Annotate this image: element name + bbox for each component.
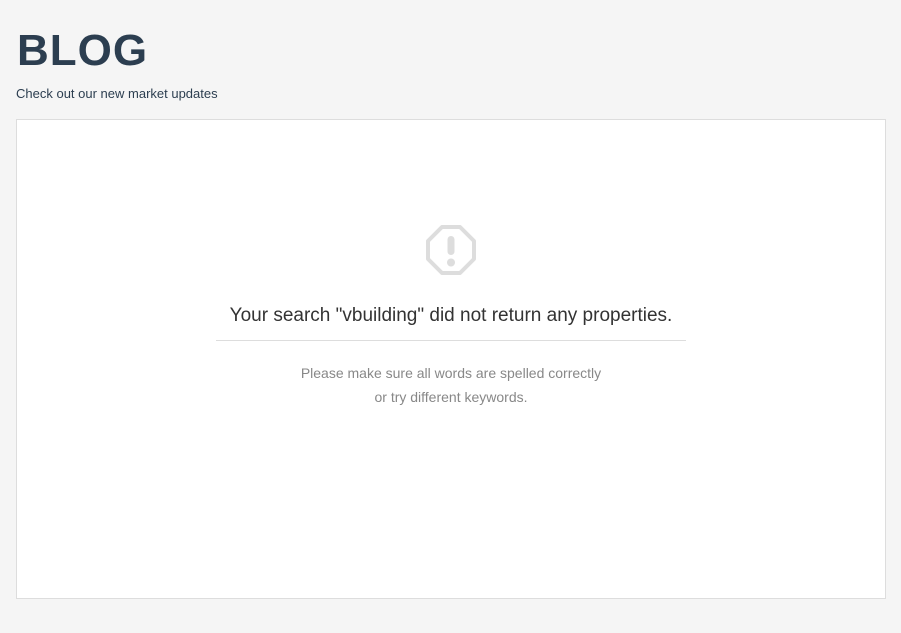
hint-line-1: Please make sure all words are spelled c… <box>300 365 602 381</box>
divider <box>216 340 686 341</box>
no-results-message: Your search "vbuilding" did not return a… <box>229 305 673 326</box>
empty-state: Your search "vbuilding" did not return a… <box>17 224 885 409</box>
page-subtitle: Check out our new market updates <box>16 86 218 101</box>
no-results-hint: Please make sure all words are spelled c… <box>17 361 885 409</box>
search-results-panel: Your search "vbuilding" did not return a… <box>16 119 886 599</box>
alert-octagon-icon <box>426 225 476 275</box>
hint-line-2: or try different keywords. <box>374 389 528 405</box>
page-title: BLOG <box>17 26 149 75</box>
